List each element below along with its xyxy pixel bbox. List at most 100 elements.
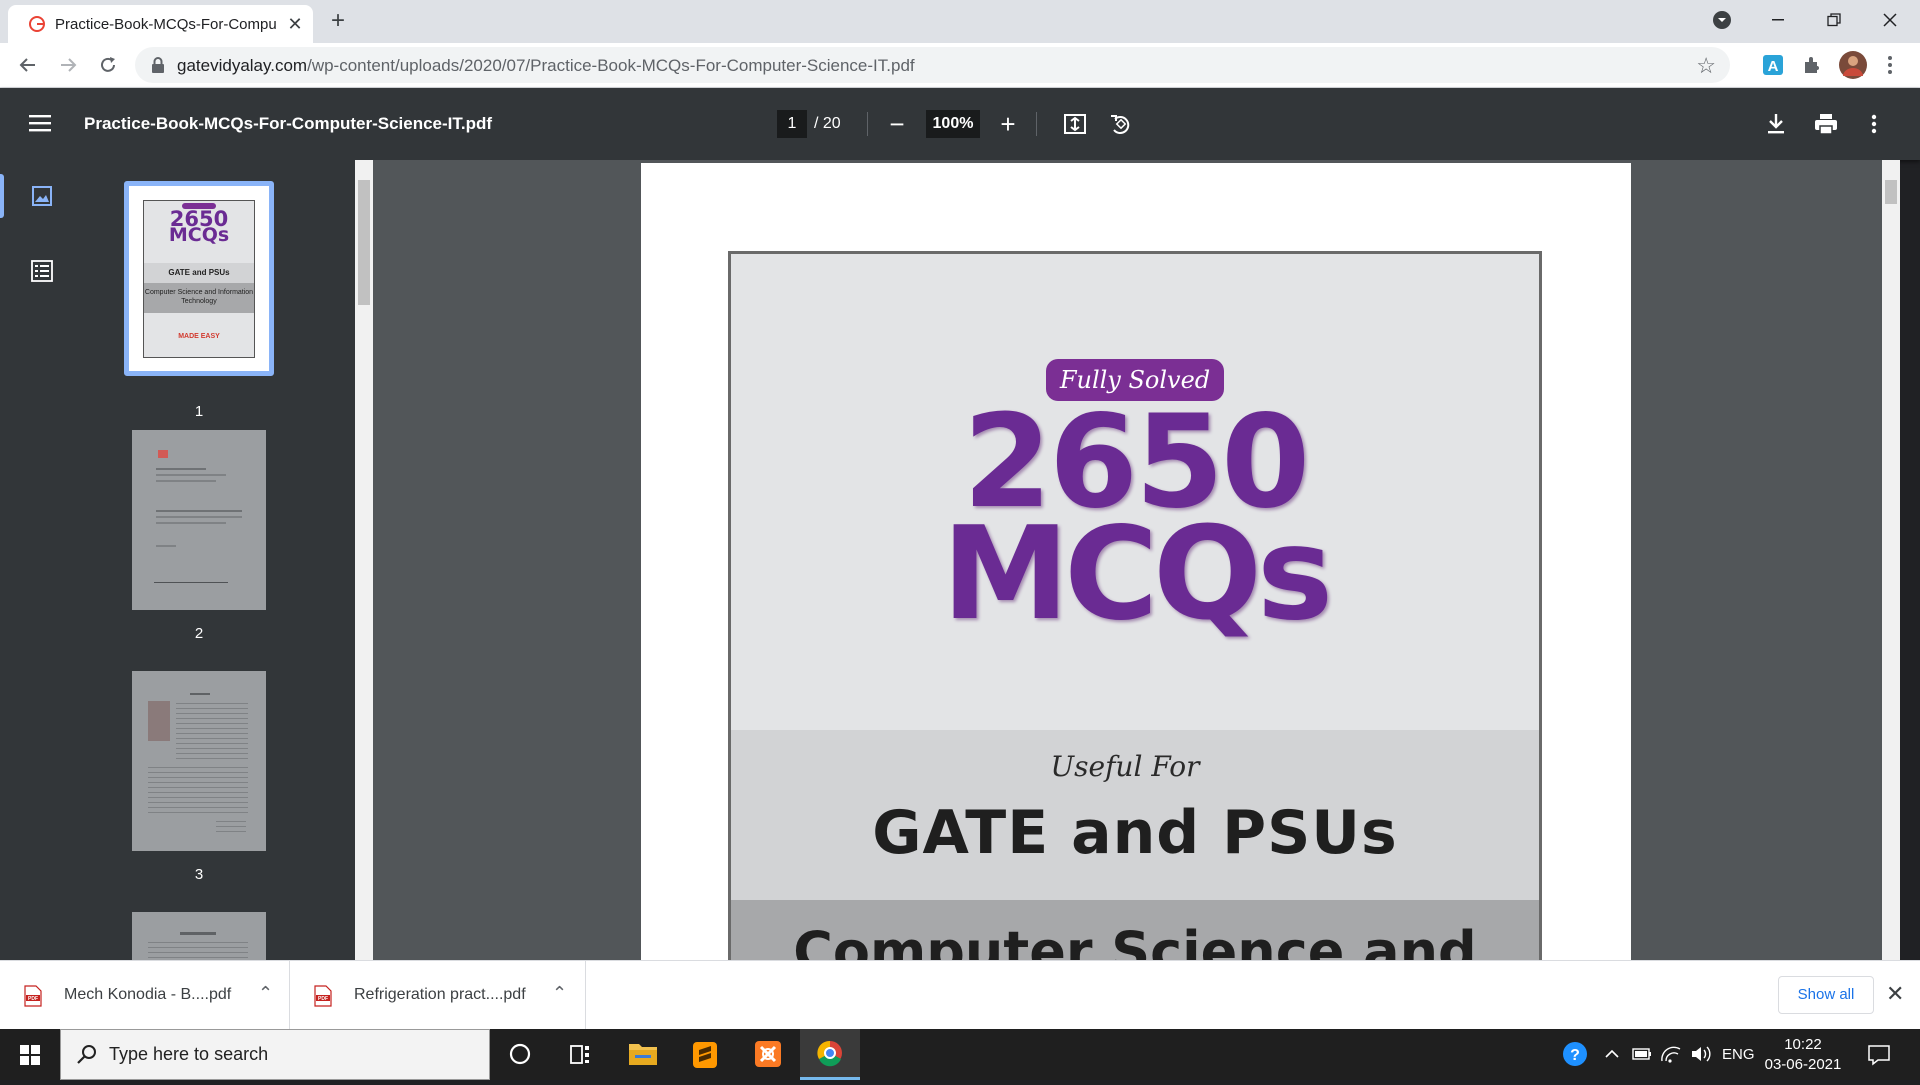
chevron-down-circle-icon [1713,11,1731,29]
pdf-file-icon: PDF [314,985,332,1007]
print-icon[interactable] [1812,110,1840,138]
volume-tray-icon[interactable] [1688,1029,1714,1080]
lock-icon[interactable] [149,56,167,74]
sublime-text-button[interactable] [675,1029,735,1080]
zoom-out-button[interactable]: − [883,110,911,138]
file-explorer-button[interactable] [613,1029,673,1080]
toolbar-divider [1036,112,1037,136]
page-number-input[interactable]: 1 [777,110,807,138]
thumbnail-4-image[interactable] [132,912,266,960]
chevron-up-icon [1605,1049,1619,1058]
back-button[interactable] [14,51,42,79]
thumbnail-1-brand: MADE EASY [178,333,220,340]
close-window-button[interactable] [1862,0,1918,40]
bookmark-star-icon[interactable]: ☆ [1696,53,1716,79]
tab-search-button[interactable] [1694,0,1750,40]
useful-for-band: Useful For GATE and PSUs [731,730,1539,900]
svg-text:PDF: PDF [318,996,328,1002]
minimize-icon [1772,19,1784,21]
thumbnail-2-text-line [156,545,176,547]
close-icon [1883,13,1897,27]
restore-button[interactable] [1806,0,1862,40]
notifications-button[interactable] [1864,1029,1894,1080]
url-path: /wp-content/uploads/2020/07/Practice-Boo… [307,56,915,75]
svg-text:A: A [1768,58,1779,75]
taskbar-search-box[interactable]: Type here to search [60,1029,490,1080]
thumbnail-2-text-line [156,468,206,470]
chevron-up-icon[interactable]: ⌃ [258,983,273,1004]
thumbnail-2-image[interactable] [132,430,266,610]
speaker-icon [1692,1046,1711,1062]
outline-view-button[interactable] [20,249,64,293]
download-icon[interactable] [1762,110,1790,138]
subject-band: Computer Science and [731,900,1539,960]
zoom-level-input[interactable]: 100% [926,110,980,138]
help-tray-icon[interactable]: ? [1560,1029,1590,1080]
page-total: / 20 [814,115,841,132]
extensions-puzzle-icon[interactable] [1800,52,1826,78]
reload-button[interactable] [94,51,122,79]
tab-strip: Practice-Book-MCQs-For-Compu ✕ + [0,0,1920,43]
new-tab-button[interactable]: + [325,8,351,34]
arrow-left-icon [19,58,35,72]
extension-a-icon[interactable]: A [1760,52,1786,78]
close-downloads-icon[interactable]: ✕ [1886,981,1904,1007]
restore-icon [1827,13,1841,27]
rotate-icon[interactable] [1106,110,1134,138]
pdf-toolbar: Practice-Book-MCQs-For-Computer-Science-… [0,88,1920,160]
xampp-button[interactable] [738,1029,798,1080]
minimize-button[interactable] [1750,0,1806,40]
pdf-file-icon: PDF [24,985,42,1007]
clock-time: 10:22 [1784,1036,1822,1053]
thumbnail-1-subject: Computer Science and Information Technol… [144,283,254,313]
thumbnail-2-text-line [156,510,242,512]
viewer-scrollbar[interactable] [1882,160,1900,960]
wifi-tray-icon[interactable] [1658,1029,1684,1080]
pdf-more-vertical-icon[interactable] [1864,110,1884,138]
fit-to-page-icon[interactable] [1061,110,1089,138]
sidebar-scrollbar[interactable] [355,160,373,960]
sidebar-scroll-thumb[interactable] [358,180,370,305]
browser-tab[interactable]: Practice-Book-MCQs-For-Compu ✕ [8,5,313,43]
arrow-right-icon [61,58,77,72]
gate-psus-title: GATE and PSUs [872,798,1398,868]
pdf-document-title: Practice-Book-MCQs-For-Computer-Science-… [84,114,493,133]
chevron-up-icon[interactable]: ⌃ [552,983,567,1004]
thumbnail-3-image[interactable] [132,671,266,851]
thumbnail-2-text-line [156,474,226,476]
show-hidden-icons-button[interactable] [1602,1029,1622,1080]
cortana-button[interactable] [490,1029,550,1080]
start-button[interactable] [0,1029,60,1080]
task-view-button[interactable] [550,1029,610,1080]
viewer-scroll-thumb[interactable] [1885,180,1897,204]
more-vertical-icon[interactable] [1880,52,1900,78]
thumbnail-1-image[interactable]: 2650 MCQs GATE and PSUs Computer Science… [124,181,274,376]
forward-button[interactable] [54,51,82,79]
search-placeholder: Type here to search [109,1044,269,1064]
profile-avatar-icon[interactable] [1838,50,1868,80]
zoom-in-button[interactable]: + [994,110,1022,138]
pdf-viewer[interactable]: Fully Solved 2650 MCQs Useful For GATE a… [373,160,1900,960]
show-all-button[interactable]: Show all [1778,976,1874,1014]
hamburger-menu-icon[interactable] [28,112,54,134]
taskbar-clock[interactable]: 10:22 03-06-2021 [1758,1035,1848,1075]
list-outline-icon [31,260,53,282]
pdf-sidebar: 2650 MCQs GATE and PSUs Computer Science… [0,160,355,960]
thumbnails-view-button[interactable] [20,174,64,218]
chrome-icon [817,1040,842,1067]
close-tab-icon[interactable]: ✕ [284,13,306,35]
thumbnail-3-photo [148,701,170,741]
svg-text:PDF: PDF [28,996,38,1002]
thumbnail-1-cover: 2650 MCQs GATE and PSUs Computer Science… [143,200,255,358]
chrome-taskbar-button[interactable] [800,1029,860,1080]
chrome-pdf-favicon-icon [29,16,45,32]
download-item[interactable]: PDF Mech Konodia - B....pdf ⌃ [0,961,290,1030]
thumbnail-1-mcqs: MCQs [168,224,230,246]
task-view-icon [570,1045,589,1064]
address-bar[interactable]: gatevidyalay.com/wp-content/uploads/2020… [135,47,1730,83]
xampp-icon [755,1041,781,1067]
download-item[interactable]: PDF Refrigeration pract....pdf ⌃ [290,961,586,1030]
battery-tray-icon[interactable] [1630,1029,1654,1080]
book-cover: Fully Solved 2650 MCQs Useful For GATE a… [728,251,1542,960]
language-indicator[interactable]: ENG [1722,1029,1755,1080]
